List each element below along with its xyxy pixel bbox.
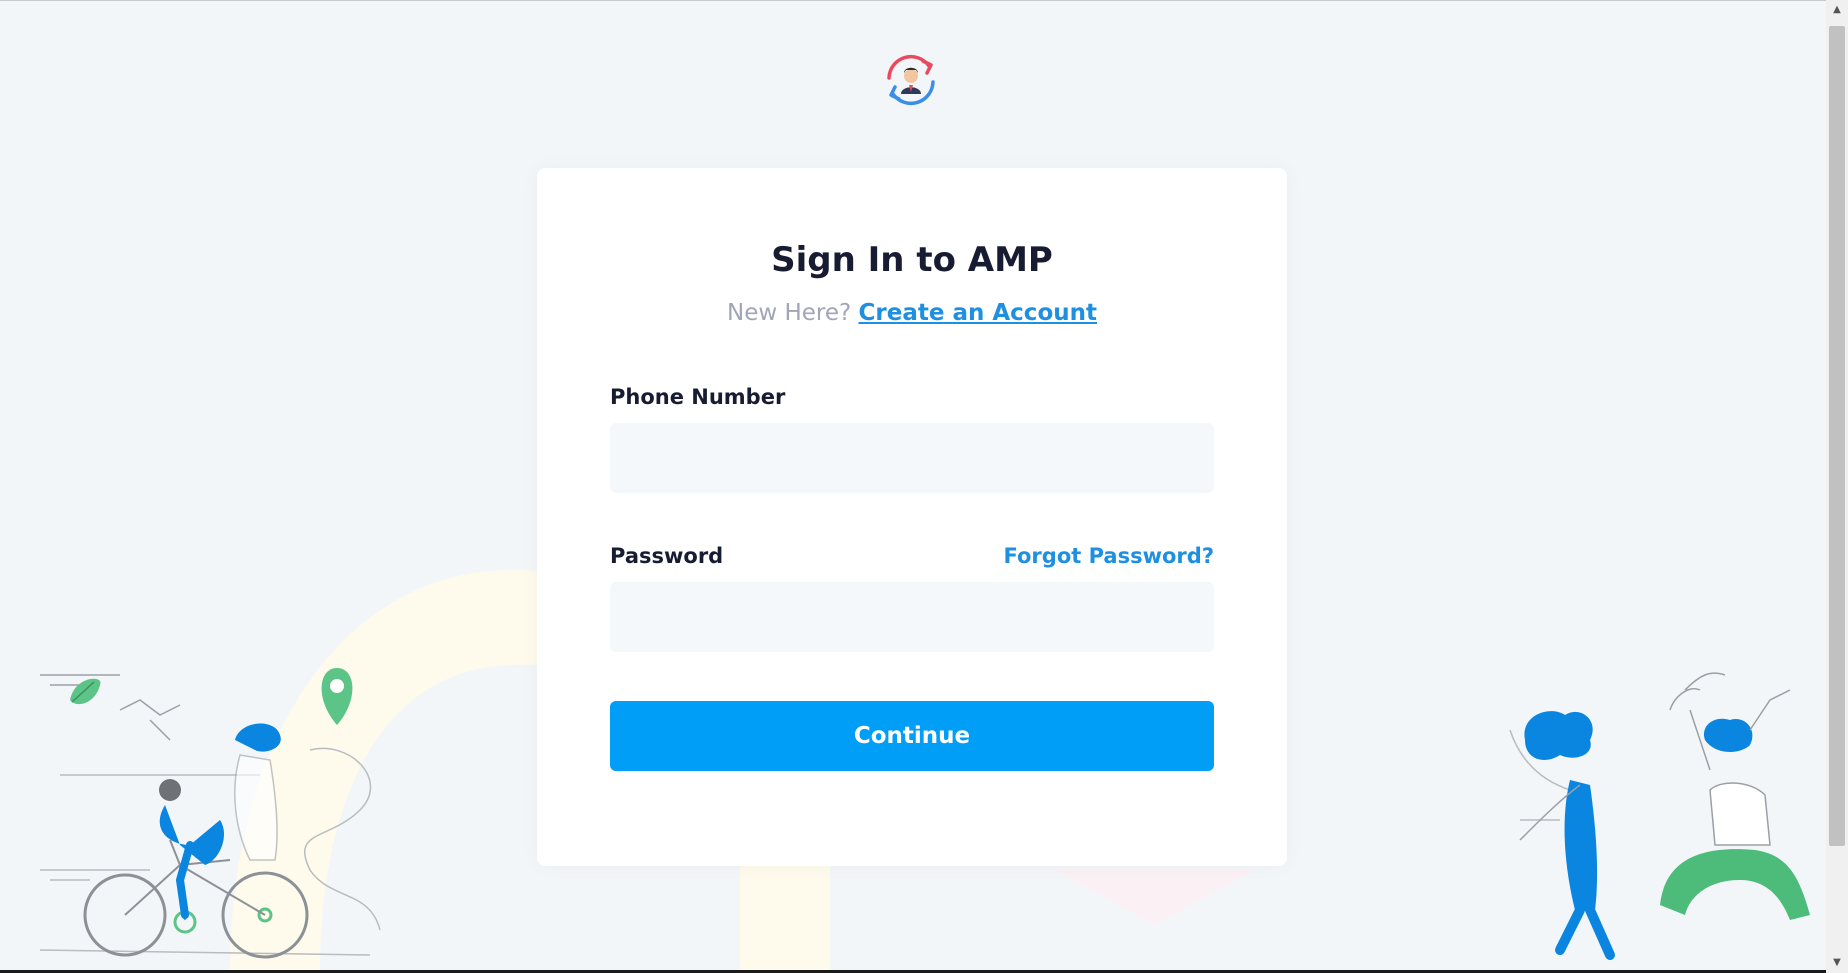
scroll-down-arrow-icon[interactable]: ▼ <box>1826 953 1848 973</box>
signin-card: Sign In to AMP New Here? Create an Accou… <box>537 168 1287 866</box>
page-scrollbar[interactable]: ▲ ▼ <box>1826 0 1848 973</box>
cyclist-illustration <box>39 668 381 959</box>
scrollbar-thumb[interactable] <box>1829 26 1845 846</box>
phone-number-input[interactable] <box>610 423 1214 493</box>
login-page: Sign In to AMP New Here? Create an Accou… <box>0 0 1848 973</box>
password-label: Password <box>610 544 724 568</box>
jumping-people-illustration <box>1509 672 1810 960</box>
signup-prompt: New Here? Create an Account <box>537 300 1287 326</box>
new-here-text: New Here? <box>726 300 852 326</box>
create-account-link[interactable]: Create an Account <box>859 300 1097 326</box>
password-input[interactable] <box>610 582 1214 652</box>
user-sync-icon <box>887 54 935 106</box>
page-title: Sign In to AMP <box>771 240 1053 280</box>
forgot-password-link[interactable]: Forgot Password? <box>1004 544 1214 568</box>
continue-button[interactable]: Continue <box>610 701 1214 771</box>
phone-label: Phone Number <box>610 385 786 409</box>
scroll-up-arrow-icon[interactable]: ▲ <box>1826 0 1848 20</box>
